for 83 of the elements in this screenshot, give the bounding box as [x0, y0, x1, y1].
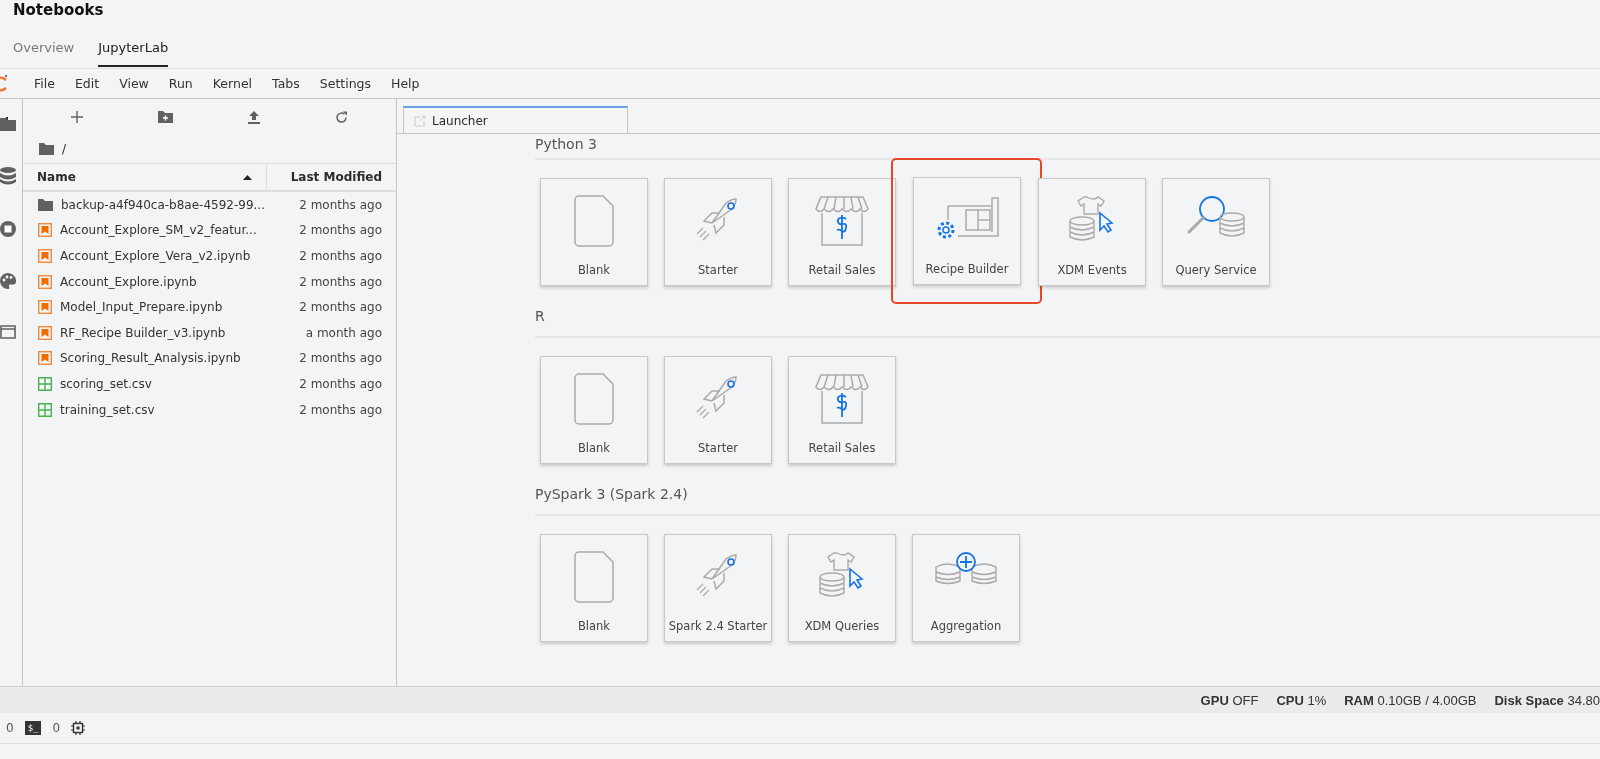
- launcher-card[interactable]: Retail Sales: [788, 178, 896, 286]
- launcher-card[interactable]: Query Service: [1162, 178, 1270, 286]
- file-modified: a month ago: [305, 325, 382, 340]
- file-name[interactable]: Account_Explore_Vera_v2.ipynb: [60, 249, 292, 263]
- launcher-card[interactable]: Starter: [664, 178, 772, 286]
- section-title: Python 3: [535, 136, 1600, 160]
- terminal-count: 0: [52, 721, 61, 735]
- file-name[interactable]: Scoring_Result_Analysis.ipynb: [60, 351, 292, 366]
- databases-plus-icon: [934, 551, 998, 587]
- resource-usage: Disk Space 34.80: [1494, 692, 1600, 708]
- file-modified: 2 months ago: [299, 249, 382, 263]
- file-name[interactable]: scoring_set.csv: [60, 376, 292, 391]
- menu-item[interactable]: Kernel: [202, 76, 263, 91]
- menu-item[interactable]: View: [109, 76, 159, 91]
- file-name[interactable]: backup-a4f940ca-b8ae-4592-99...: [61, 197, 292, 212]
- upload-icon[interactable]: [248, 110, 261, 124]
- menu-item[interactable]: Help: [381, 76, 430, 91]
- launcher-card[interactable]: Recipe Builder: [913, 177, 1021, 285]
- file-modified: 2 months ago: [299, 402, 382, 417]
- tabs-icon[interactable]: [0, 325, 16, 339]
- menu-item[interactable]: Run: [158, 76, 203, 91]
- spreadsheet-icon: [38, 402, 52, 417]
- plus-icon[interactable]: [70, 111, 83, 123]
- file-modified: 2 months ago: [299, 223, 382, 238]
- notebook-icon: [38, 249, 52, 263]
- kernel-count: 0: [6, 721, 14, 735]
- file-name[interactable]: Model_Input_Prepare.ipynb: [60, 300, 292, 315]
- blank-page-icon: [574, 551, 614, 603]
- notebook-icon: [38, 351, 52, 366]
- folder-icon: [38, 198, 53, 211]
- file-name[interactable]: RF_Recipe Builder_v3.ipynb: [60, 325, 298, 340]
- file-modified: 2 months ago: [299, 197, 382, 212]
- palette-icon[interactable]: [0, 273, 16, 289]
- page-tab[interactable]: Overview: [13, 34, 75, 67]
- chip-icon[interactable]: [71, 721, 86, 735]
- notebook-icon: [38, 223, 52, 238]
- file-modified: 2 months ago: [299, 376, 382, 391]
- launcher-card[interactable]: XDM Queries: [788, 534, 896, 642]
- page-tab[interactable]: JupyterLab: [98, 34, 169, 67]
- breadcrumb-path[interactable]: /: [62, 142, 67, 156]
- terminal-icon[interactable]: $_: [24, 721, 42, 735]
- launcher-card[interactable]: Aggregation: [912, 534, 1020, 642]
- new-folder-icon[interactable]: [157, 111, 173, 123]
- launcher-card[interactable]: Spark 2.4 Starter: [664, 534, 772, 642]
- folder-icon[interactable]: [0, 117, 16, 131]
- launcher-tab[interactable]: Launcher: [403, 106, 628, 133]
- file-name[interactable]: Account_Explore.ipynb: [60, 274, 292, 289]
- column-header[interactable]: Name: [23, 164, 267, 190]
- notebook-icon: [38, 325, 52, 340]
- resource-usage: CPU 1%: [1276, 692, 1327, 708]
- launcher-card[interactable]: Starter: [664, 356, 772, 464]
- resource-usage: GPU OFF: [1200, 692, 1259, 708]
- folder-icon[interactable]: [39, 143, 54, 155]
- section-title: PySpark 3 (Spark 2.4): [535, 474, 1600, 516]
- launcher-card[interactable]: Blank: [540, 356, 648, 464]
- menu-item[interactable]: Edit: [64, 76, 110, 91]
- store-icon: [815, 373, 869, 425]
- resource-usage: RAM 0.10GB / 4.00GB: [1344, 692, 1477, 708]
- menu-item[interactable]: Settings: [309, 76, 382, 91]
- store-icon: [815, 195, 869, 247]
- file-modified: 2 months ago: [299, 274, 382, 289]
- launcher-card[interactable]: XDM Events: [1038, 178, 1146, 286]
- section-title: R: [535, 296, 1600, 338]
- file-name[interactable]: training_set.csv: [60, 402, 292, 417]
- launcher-card[interactable]: Blank: [540, 178, 648, 286]
- launcher-tab-icon: [414, 114, 426, 127]
- file-name[interactable]: Account_Explore_SM_v2_featur...: [60, 223, 292, 238]
- column-header[interactable]: Last Modified: [267, 164, 396, 190]
- blank-page-icon: [574, 195, 614, 247]
- notebook-icon: [38, 300, 52, 315]
- launcher-card[interactable]: Retail Sales: [788, 356, 896, 464]
- menu-item[interactable]: File: [24, 76, 65, 91]
- database-icon[interactable]: [0, 167, 16, 185]
- launcher-card[interactable]: Blank: [540, 534, 648, 642]
- blank-page-icon: [574, 373, 614, 425]
- notebook-icon: [38, 274, 52, 289]
- refresh-icon[interactable]: [335, 110, 349, 124]
- menu-item[interactable]: Tabs: [262, 76, 310, 91]
- file-modified: 2 months ago: [299, 351, 382, 366]
- spreadsheet-icon: [38, 376, 52, 391]
- file-modified: 2 months ago: [299, 300, 382, 315]
- page-title: Notebooks: [12, 0, 105, 21]
- stop-circle-icon[interactable]: [0, 221, 16, 237]
